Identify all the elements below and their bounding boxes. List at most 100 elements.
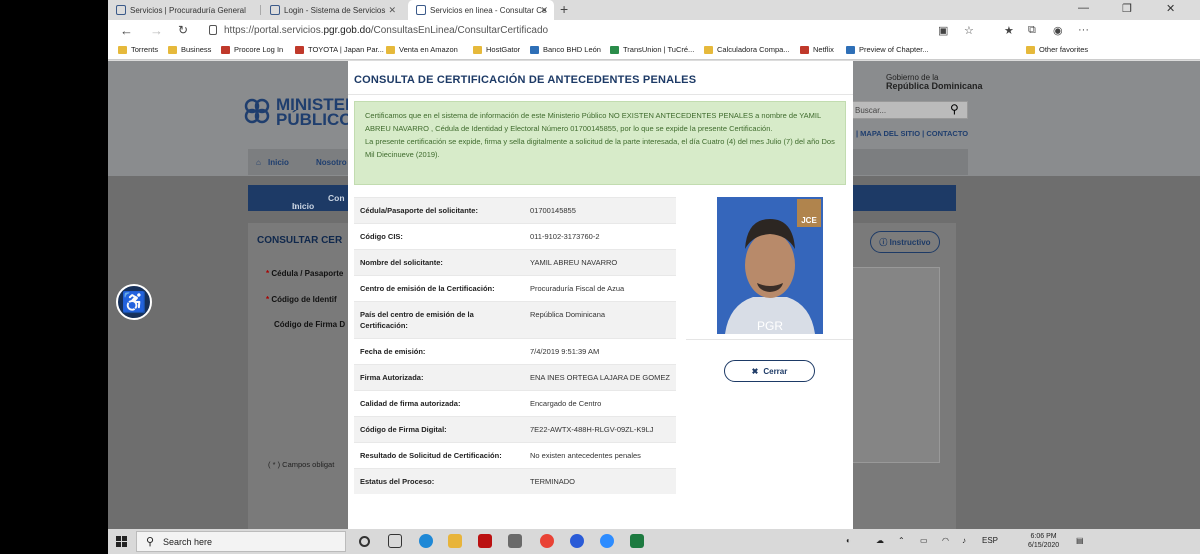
row-label: País del centro de emisión de la Certifi…: [354, 301, 524, 339]
bookmark-torrents[interactable]: Torrents: [118, 45, 158, 54]
close-button[interactable]: ✖ Cerrar: [724, 360, 815, 382]
site-header-links[interactable]: | MAPA DEL SITIO | CONTACTO: [856, 129, 968, 138]
applicant-portrait-image: JCE PGR: [717, 197, 823, 334]
chevron-up-icon[interactable]: ⌃: [898, 536, 905, 545]
bookmarks-bar: Torrents Business Procore Log In TOYOTA …: [108, 42, 1200, 60]
favorites-list-icon[interactable]: ★: [1004, 24, 1014, 37]
refresh-icon[interactable]: ↻: [178, 23, 188, 37]
bookmark-hostgator[interactable]: HostGator: [473, 45, 520, 54]
instructivo-label: Instructivo: [889, 237, 931, 247]
instructivo-button[interactable]: ⓘ Instructivo: [870, 231, 940, 253]
accessibility-icon[interactable]: ♿: [116, 284, 152, 320]
bookmark-toyota[interactable]: TOYOTA | Japan Par...: [295, 45, 384, 54]
excel-icon[interactable]: [630, 534, 644, 548]
reader-view-icon[interactable]: ▣: [938, 24, 948, 37]
bookmark-label: TransUnion | TuCré...: [623, 45, 695, 54]
bookmark-label: Calculadora Compa...: [717, 45, 790, 54]
nav-home-icon: ⌂: [256, 158, 261, 167]
toyota-icon: [295, 45, 304, 54]
netflix-icon: [800, 45, 809, 54]
battery-icon[interactable]: ▭: [920, 536, 928, 545]
table-row: Centro de emisión de la Certificación: Pr…: [354, 275, 676, 302]
info-icon: ⓘ: [879, 237, 890, 247]
row-value: República Dominicana: [524, 301, 676, 339]
url-prefix: https://portal.servicios.: [224, 25, 324, 36]
bookmark-label: TOYOTA | Japan Par...: [308, 45, 384, 54]
tab-consultar-active[interactable]: Servicios en linea - Consultar Ce ✕: [408, 0, 554, 20]
clock-time: 6:06 PM: [1030, 533, 1057, 540]
tab-close-icon[interactable]: ✕: [540, 5, 548, 16]
table-row: Cédula/Pasaporte del solicitante: 0170014…: [354, 197, 676, 224]
row-label: Cédula/Pasaporte del solicitante:: [354, 197, 524, 224]
bookmark-label: Other favorites: [1039, 45, 1089, 54]
breadcrumb-next[interactable]: Con: [328, 193, 345, 203]
label-codigo-identificacion: * Código de Identif: [266, 295, 337, 304]
bookmark-label: Venta en Amazon: [399, 45, 458, 54]
bookmark-business[interactable]: Business: [168, 45, 211, 54]
netflix-app-icon[interactable]: [478, 534, 492, 548]
folder-icon: [1026, 45, 1035, 54]
menu-dots-icon[interactable]: ···: [1078, 24, 1089, 36]
bookmark-preview[interactable]: Preview of Chapter...: [846, 45, 929, 54]
chrome-icon[interactable]: [540, 534, 554, 548]
bookmark-other-favorites[interactable]: Other favorites: [1026, 45, 1088, 54]
bookmark-calculadora[interactable]: Calculadora Compa...: [704, 45, 790, 54]
jce-logo-text: JCE: [801, 216, 817, 225]
row-value: 7E22-AWTX-488H-RLGV-09ZL-K9LJ: [524, 416, 676, 443]
file-explorer-icon[interactable]: [448, 534, 462, 548]
row-label: Calidad de firma autorizada:: [354, 390, 524, 417]
search-icon[interactable]: ⚲: [950, 102, 959, 116]
tray-app-icon[interactable]: ◐: [846, 536, 851, 545]
language-indicator[interactable]: ESP: [982, 536, 998, 545]
tab-favicon-icon: [270, 5, 280, 15]
favorite-star-icon[interactable]: ☆: [964, 24, 974, 37]
bookmark-procore[interactable]: Procore Log In: [221, 45, 283, 54]
zoom-icon[interactable]: [600, 534, 614, 548]
task-view-icon[interactable]: [388, 534, 402, 548]
bookmark-label: Procore Log In: [234, 45, 284, 54]
bookmark-transunion[interactable]: TransUnion | TuCré...: [610, 45, 694, 54]
taskbar-clock[interactable]: 6:06 PM 6/15/2020: [1028, 532, 1059, 550]
table-row: Estatus del Proceso: TERMINADO: [354, 468, 676, 494]
app-icon[interactable]: [570, 534, 584, 548]
nav-item-nosotros[interactable]: Nosotro: [316, 158, 347, 167]
network-icon[interactable]: ☁: [876, 536, 884, 545]
certification-notice: Certificamos que en el sistema de inform…: [354, 101, 846, 185]
profile-icon[interactable]: ◉: [1053, 24, 1063, 37]
forward-arrow-icon[interactable]: →: [150, 23, 163, 38]
tab-login[interactable]: Login - Sistema de Servicios ✕: [262, 0, 402, 20]
procore-icon: [221, 45, 230, 54]
bookmark-label: Torrents: [131, 45, 159, 54]
search-placeholder: Search here: [163, 536, 213, 547]
certificate-details-table: Cédula/Pasaporte del solicitante: 0170014…: [354, 197, 676, 494]
taskbar-search-input[interactable]: ⚲ Search here: [136, 531, 346, 552]
window-close-button[interactable]: ✕: [1166, 2, 1175, 15]
bank-icon: [530, 45, 539, 54]
collections-icon[interactable]: ⧉: [1028, 24, 1036, 37]
bookmark-bhd[interactable]: Banco BHD León: [530, 45, 601, 54]
new-tab-button[interactable]: +: [560, 1, 568, 17]
restore-button[interactable]: ❐: [1122, 2, 1132, 15]
windows-start-icon[interactable]: [116, 536, 127, 547]
table-row: País del centro de emisión de la Certifi…: [354, 301, 676, 339]
edge-browser-icon[interactable]: [419, 534, 433, 548]
tab-close-icon[interactable]: ✕: [388, 5, 396, 16]
bookmark-amazon[interactable]: Venta en Amazon: [386, 45, 458, 54]
wifi-icon[interactable]: ◠: [942, 536, 949, 545]
notifications-icon[interactable]: ▤: [1076, 536, 1084, 545]
address-bar: ← → ↻ https://portal.servicios.pgr.gob.d…: [108, 20, 1200, 42]
cortana-icon[interactable]: [359, 536, 370, 547]
store-icon[interactable]: [508, 534, 522, 548]
url-domain: pgr.gob.do: [323, 25, 371, 36]
divider: [686, 339, 853, 340]
tab-separator: [260, 5, 261, 15]
volume-icon[interactable]: ♪: [962, 536, 966, 545]
row-label: Código de Firma Digital:: [354, 416, 524, 443]
minimize-button[interactable]: —: [1078, 2, 1089, 14]
back-arrow-icon[interactable]: ←: [120, 23, 133, 38]
bookmark-netflix[interactable]: Netflix: [800, 45, 834, 54]
url-field[interactable]: https://portal.servicios.pgr.gob.do/Cons…: [224, 25, 548, 36]
tab-procuraduria[interactable]: Servicios | Procuraduría General: [108, 0, 258, 20]
table-row: Nombre del solicitante: YAMIL ABREU NAVAR…: [354, 249, 676, 276]
nav-item-inicio[interactable]: Inicio: [268, 158, 289, 167]
